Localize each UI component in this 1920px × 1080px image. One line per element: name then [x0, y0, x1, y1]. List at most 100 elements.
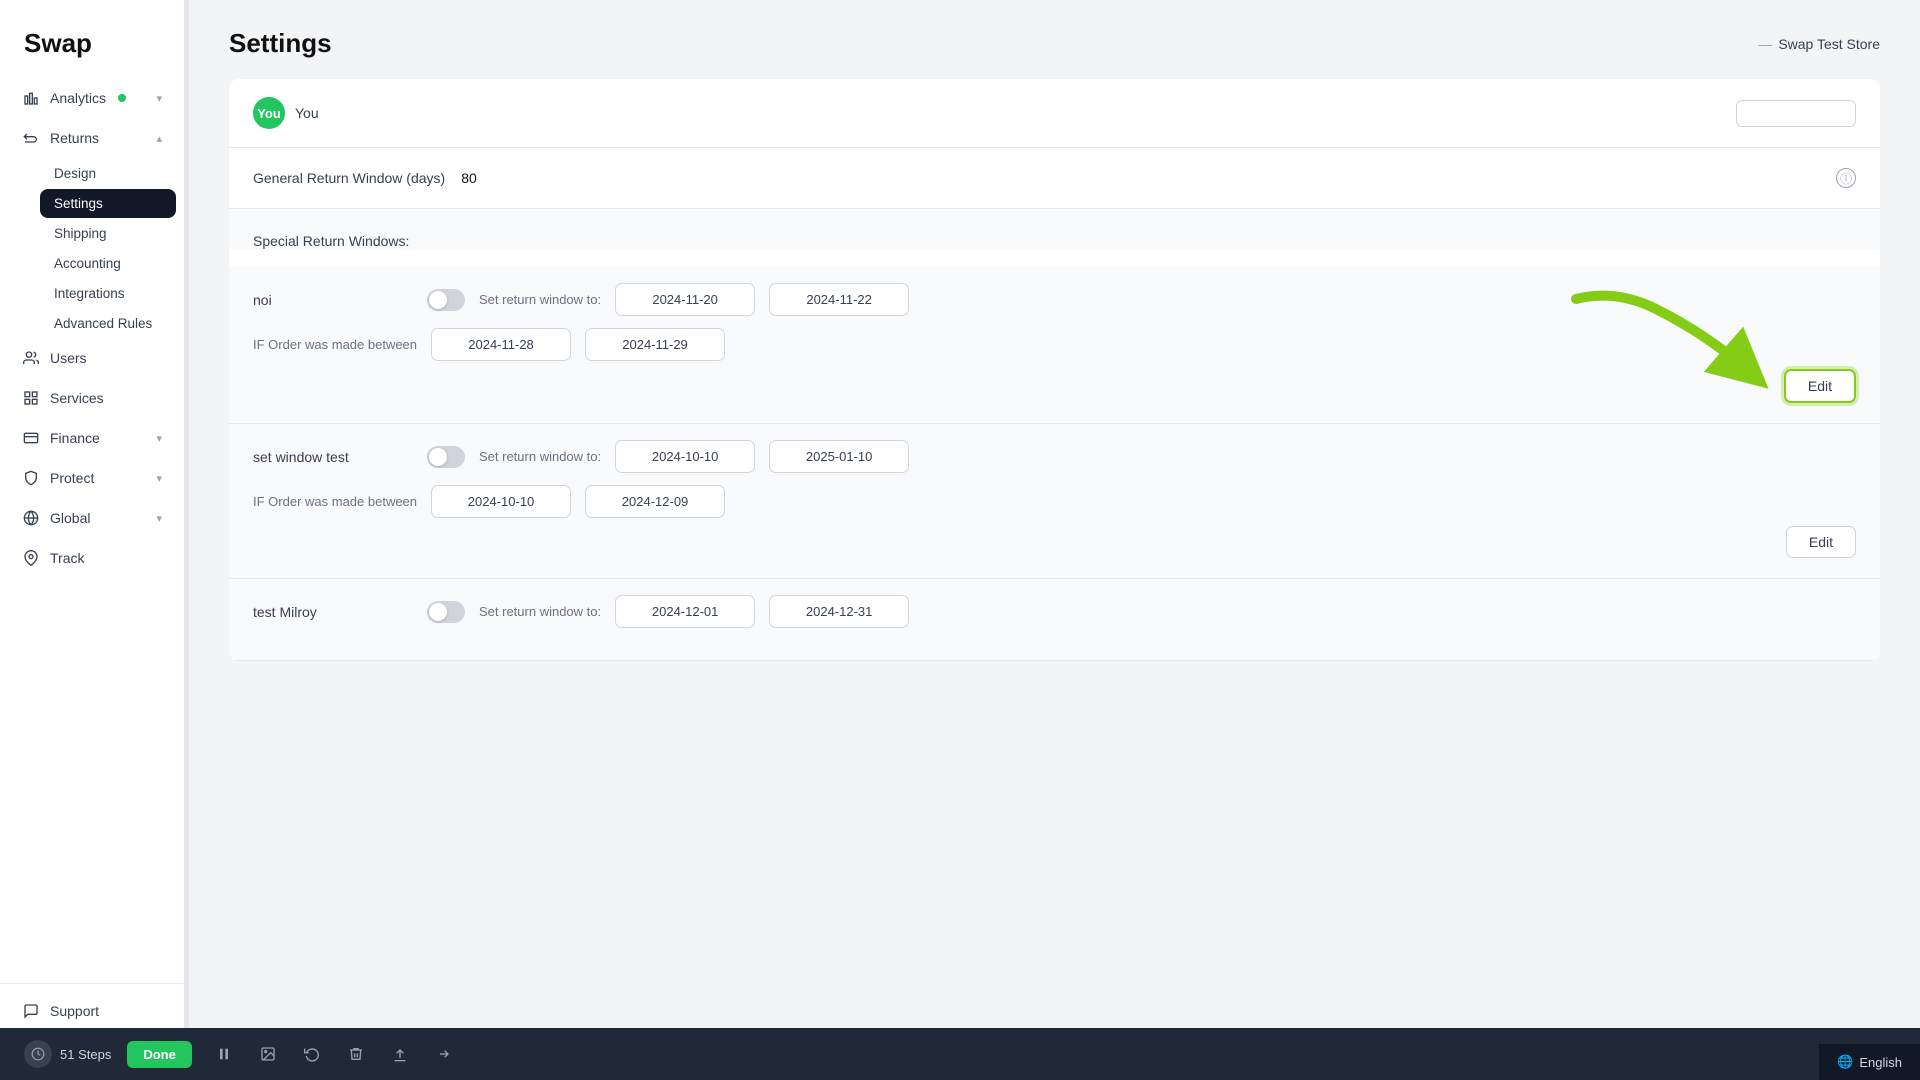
refresh-button[interactable]	[296, 1038, 328, 1070]
noi-order-to: 2024-11-29	[585, 328, 725, 361]
forward-button[interactable]	[428, 1038, 460, 1070]
noi-order-from: 2024-11-28	[431, 328, 571, 361]
info-icon[interactable]: ⓘ	[1836, 168, 1856, 188]
pause-button[interactable]	[208, 1038, 240, 1070]
swt-actions-row: Edit	[253, 526, 1856, 558]
sidebar-sub-integrations[interactable]: Integrations	[40, 279, 176, 308]
sidebar-item-services[interactable]: Services	[8, 379, 176, 417]
finance-chevron: ▾	[156, 432, 162, 445]
sidebar-sub-shipping[interactable]: Shipping	[40, 219, 176, 248]
top-bar-row: You You	[229, 79, 1880, 148]
toggle-tm-knob	[429, 603, 447, 621]
bottom-toolbar: 51 Steps Done	[189, 1028, 1920, 1080]
settings-content: You You General Return Window (days) 80 …	[189, 59, 1920, 1080]
language-label: English	[1859, 1055, 1902, 1070]
store-name: Swap Test Store	[1778, 36, 1880, 52]
track-icon	[22, 549, 40, 567]
return-entry-set-window-test: set window test Set return window to: 20…	[229, 424, 1880, 579]
globe-icon-lang: 🌐	[1837, 1054, 1853, 1070]
global-label: Global	[50, 510, 90, 526]
noi-actions-row: Edit	[253, 369, 1856, 403]
protect-chevron: ▾	[156, 472, 162, 485]
global-chevron: ▾	[156, 512, 162, 525]
special-section-label: Special Return Windows:	[253, 233, 1856, 249]
return-entry-swt-row2: IF Order was made between 2024-10-10 202…	[253, 485, 1856, 518]
main-content: Settings — Swap Test Store You You Gener…	[189, 0, 1920, 1080]
grid-icon	[22, 389, 40, 407]
return-entry-noi-row1: noi Set return window to: 2024-11-20 202…	[253, 283, 1856, 316]
topbar: Settings — Swap Test Store	[189, 0, 1920, 59]
return-entry-noi: noi Set return window to: 2024-11-20 202…	[229, 267, 1880, 424]
users-label: Users	[50, 350, 87, 366]
sidebar-sub-advanced-rules[interactable]: Advanced Rules	[40, 309, 176, 338]
return-entry-swt-row1: set window test Set return window to: 20…	[253, 440, 1856, 473]
support-icon	[22, 1002, 40, 1020]
returns-label: Returns	[50, 130, 99, 146]
avatar: You	[253, 97, 285, 129]
tm-date-from: 2024-12-01	[615, 595, 755, 628]
top-bar-name: You	[295, 105, 319, 121]
noi-date-from: 2024-11-20	[615, 283, 755, 316]
if-order-label-noi: IF Order was made between	[253, 337, 417, 352]
track-label: Track	[50, 550, 84, 566]
toggle-noi-knob	[429, 291, 447, 309]
analytics-label: Analytics	[50, 90, 106, 106]
chart-icon	[22, 89, 40, 107]
users-icon	[22, 349, 40, 367]
swt-date-from: 2024-10-10	[615, 440, 755, 473]
special-return-section: Special Return Windows:	[229, 209, 1880, 249]
delete-button[interactable]	[340, 1038, 372, 1070]
done-button[interactable]: Done	[189, 1041, 192, 1068]
language-badge[interactable]: 🌐 English	[1819, 1044, 1920, 1080]
return-entry-tm-row1: test Milroy Set return window to: 2024-1…	[253, 595, 1856, 628]
sidebar-item-support[interactable]: Support	[8, 992, 176, 1030]
swt-order-from: 2024-10-10	[431, 485, 571, 518]
top-bar-right	[1736, 100, 1856, 127]
sidebar-sub-accounting[interactable]: Accounting	[40, 249, 176, 278]
sidebar-item-protect[interactable]: Protect ▾	[8, 459, 176, 497]
entry-swt-name: set window test	[253, 449, 413, 465]
sidebar-sub-settings[interactable]: Settings	[40, 189, 176, 218]
app-logo: Swap	[0, 0, 184, 79]
sidebar-item-track[interactable]: Track	[8, 539, 176, 577]
analytics-badge	[118, 94, 126, 102]
protect-label: Protect	[50, 470, 94, 486]
finance-icon	[22, 429, 40, 447]
sidebar-item-analytics[interactable]: Analytics ▾	[8, 79, 176, 117]
store-label: — Swap Test Store	[1758, 36, 1880, 52]
sidebar-item-returns[interactable]: Returns ▴	[8, 119, 176, 157]
sidebar-sub-design[interactable]: Design	[40, 159, 176, 188]
entry-noi-name: noi	[253, 292, 413, 308]
set-return-label-swt: Set return window to:	[479, 449, 601, 464]
analytics-chevron: ▾	[156, 92, 162, 105]
general-return-label: General Return Window (days)	[253, 170, 445, 186]
settings-card: You You General Return Window (days) 80 …	[229, 79, 1880, 661]
tm-date-to: 2024-12-31	[769, 595, 909, 628]
support-label: Support	[50, 1003, 99, 1019]
toolbar-actions	[208, 1038, 460, 1070]
upload-button[interactable]	[384, 1038, 416, 1070]
page-title: Settings	[229, 28, 332, 59]
services-label: Services	[50, 390, 104, 406]
sidebar-item-users[interactable]: Users	[8, 339, 176, 377]
swt-order-to: 2024-12-09	[585, 485, 725, 518]
return-entry-test-milroy: test Milroy Set return window to: 2024-1…	[229, 579, 1880, 661]
edit-button-noi[interactable]: Edit	[1784, 369, 1856, 403]
set-return-label-noi: Set return window to:	[479, 292, 601, 307]
toggle-swt-knob	[429, 448, 447, 466]
sidebar-item-finance[interactable]: Finance ▾	[8, 419, 176, 457]
top-bar-input[interactable]	[1736, 100, 1856, 127]
edit-button-swt[interactable]: Edit	[1786, 526, 1856, 558]
if-order-label-swt: IF Order was made between	[253, 494, 417, 509]
swt-date-to: 2025-01-10	[769, 440, 909, 473]
set-return-label-tm: Set return window to:	[479, 604, 601, 619]
toggle-tm[interactable]	[427, 601, 465, 623]
noi-date-to: 2024-11-22	[769, 283, 909, 316]
image-button[interactable]	[252, 1038, 284, 1070]
returns-chevron: ▴	[156, 132, 162, 145]
toggle-swt[interactable]	[427, 446, 465, 468]
globe-icon	[22, 509, 40, 527]
sidebar-item-global[interactable]: Global ▾	[8, 499, 176, 537]
store-dash: —	[1758, 36, 1772, 52]
toggle-noi[interactable]	[427, 289, 465, 311]
